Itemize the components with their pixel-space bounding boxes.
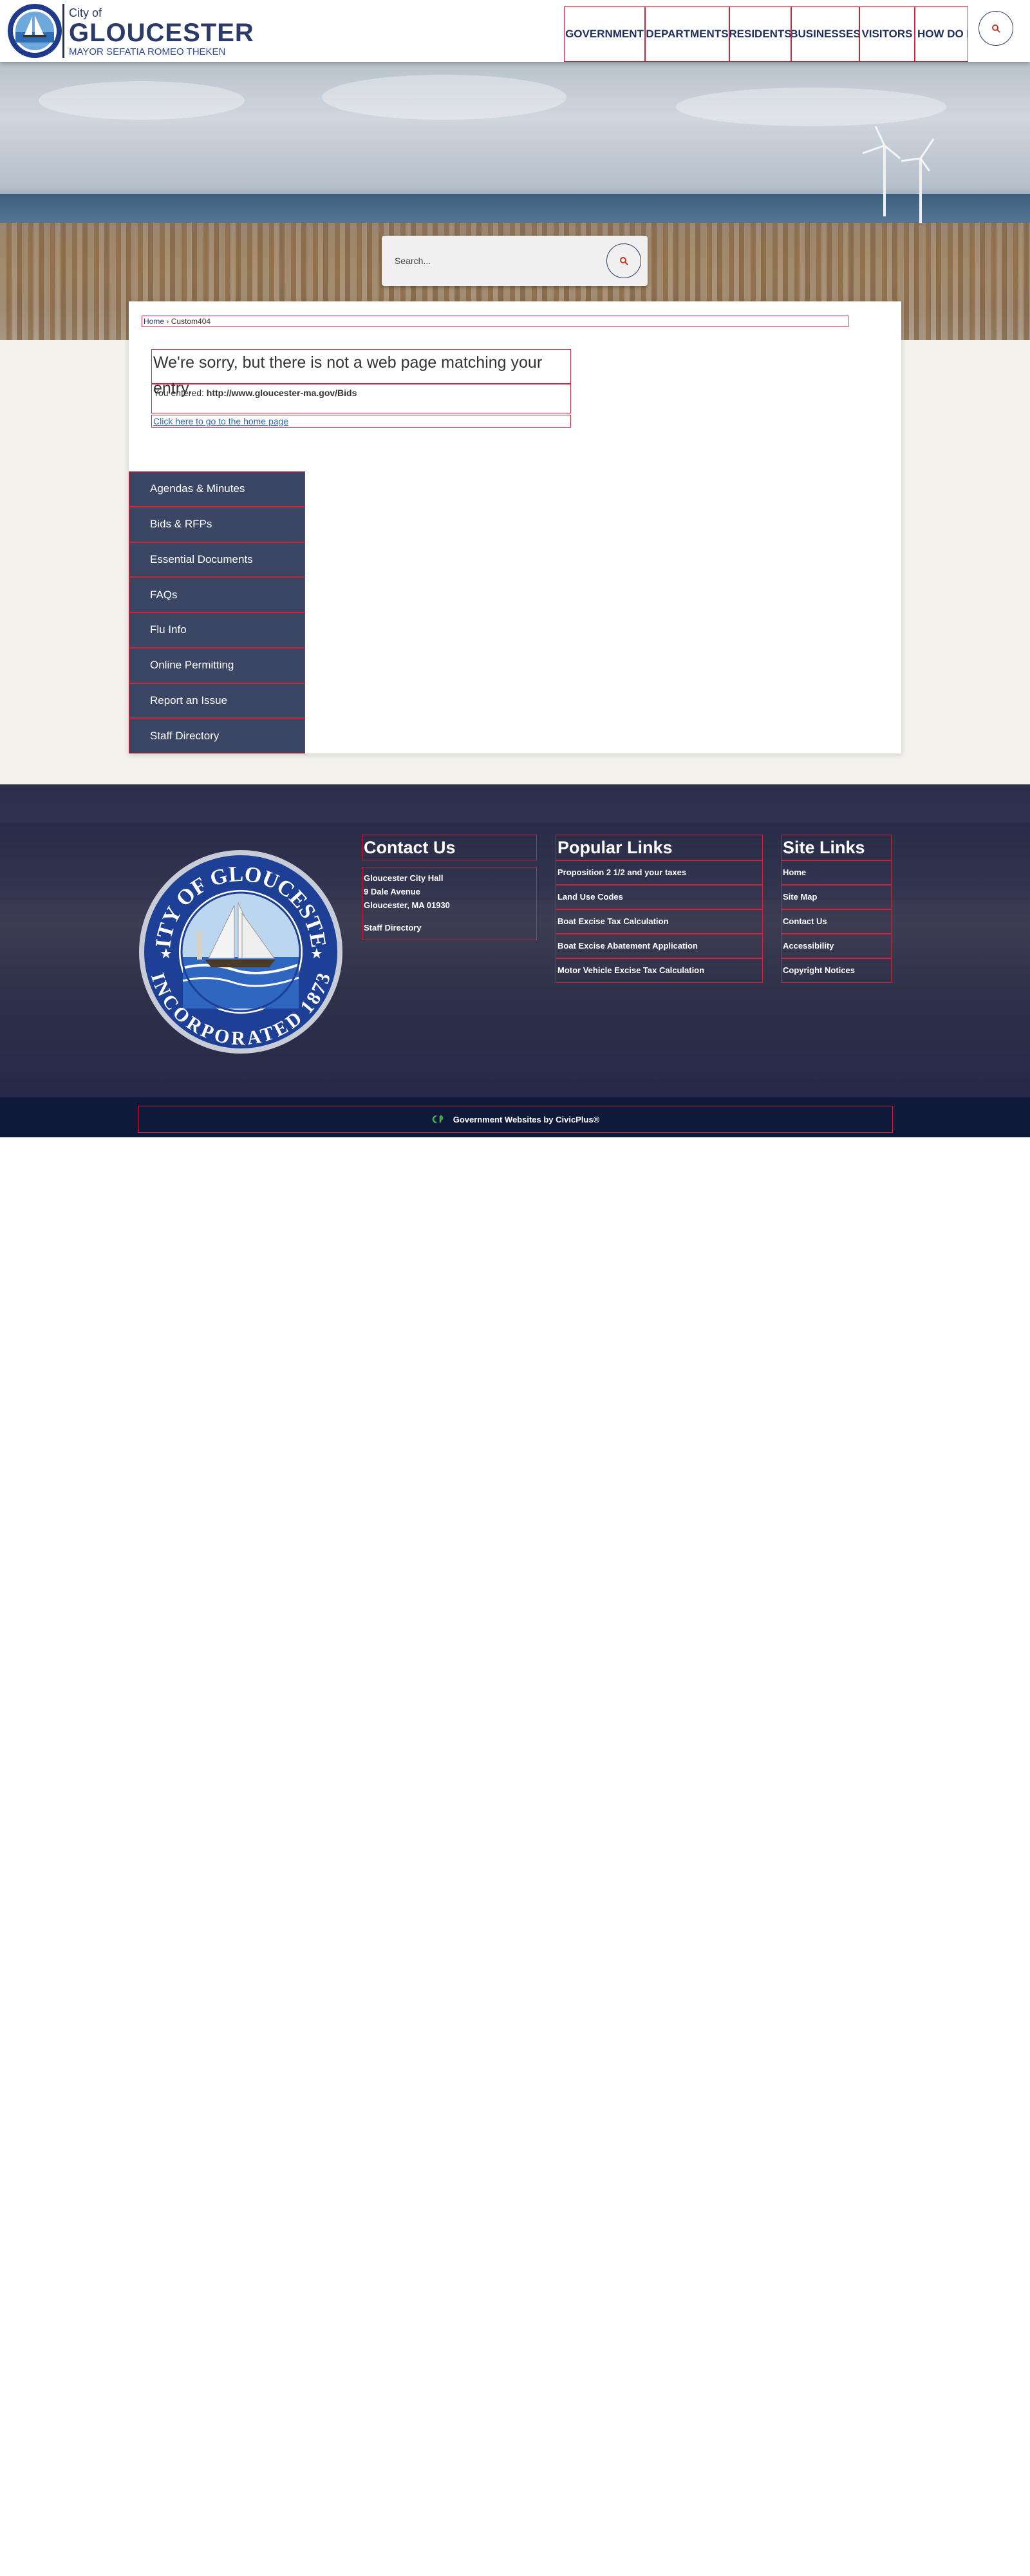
main-nav: GOVERNMENT DEPARTMENTS RESIDENTS BUSINES… [564,6,968,62]
search-icon [620,257,628,265]
civicplus-logo-icon [432,1115,443,1124]
cloud [676,88,946,126]
entered-url: http://www.gloucester-ma.gov/Bids [206,388,357,398]
breadcrumb-current: Custom404 [171,317,211,326]
footer-site-link[interactable]: Site Map [781,885,892,909]
sidebar-item-agendas-minutes[interactable]: Agendas & Minutes [129,471,305,507]
footer-popular-links: Popular Links Proposition 2 1/2 and your… [556,835,763,983]
entered-label: You entered: [153,388,207,398]
nav-how-do-i[interactable]: HOW DO I [915,6,968,62]
seal-star-icon: ★ [160,945,173,961]
address-line: Gloucester, MA 01930 [364,900,450,910]
cloud [322,75,566,120]
footer-popular-link[interactable]: Proposition 2 1/2 and your taxes [556,860,763,885]
sidebar-item-staff-directory[interactable]: Staff Directory [129,718,305,753]
footer-site-link[interactable]: Home [781,860,892,885]
footer-site-link[interactable]: Contact Us [781,909,892,934]
footer-popular-link[interactable]: Boat Excise Tax Calculation [556,909,763,934]
content-card: Home › Custom404 We're sorry, but there … [129,301,901,753]
page-title: We're sorry, but there is not a web page… [151,349,571,397]
header-search-button[interactable] [979,11,1013,46]
brand-city-of: City of [69,6,102,19]
footer-site-links: Site Links Home Site Map Contact Us Acce… [781,835,892,983]
sidebar-item-flu-info[interactable]: Flu Info [129,612,305,648]
nav-residents[interactable]: RESIDENTS [729,6,791,62]
city-seal-logo[interactable] [6,3,63,59]
footer-popular-link[interactable]: Boat Excise Abatement Application [556,934,763,958]
footer-staff-directory-link[interactable]: Staff Directory [362,918,537,940]
civicplus-text: Government Websites by CivicPlus® [453,1114,600,1124]
breadcrumb-home[interactable]: Home [144,317,164,326]
site-header: City of GLOUCESTER MAYOR SEFATIA ROMEO T… [0,0,1030,62]
entered-url-message: You entered: http://www.gloucester-ma.go… [151,384,571,413]
footer-contact-title: Contact Us [362,835,537,860]
nav-departments[interactable]: DEPARTMENTS [645,6,729,62]
sidebar-item-report-issue[interactable]: Report an Issue [129,683,305,719]
sidebar-item-faqs[interactable]: FAQs [129,577,305,612]
wind-turbine-blades [863,126,935,171]
footer-contact: Contact Us Gloucester City Hall 9 Dale A… [362,835,537,940]
address-line: 9 Dale Avenue [364,887,420,896]
footer-site-title: Site Links [781,835,892,860]
civicplus-link[interactable]: Government Websites by CivicPlus® [138,1106,893,1133]
breadcrumb-separator: › [164,317,171,326]
sidebar-item-bids-rfps[interactable]: Bids & RFPs [129,506,305,542]
sidebar-item-essential-documents[interactable]: Essential Documents [129,542,305,578]
home-page-link[interactable]: Click here to go to the home page [151,415,571,428]
footer-address: Gloucester City Hall 9 Dale Avenue Glouc… [362,867,537,918]
footer-site-link[interactable]: Copyright Notices [781,958,892,983]
brand-mayor: MAYOR SEFATIA ROMEO THEKEN [69,46,226,57]
nav-visitors[interactable]: VISITORS [859,6,915,62]
breadcrumb: Home › Custom404 [142,316,848,327]
civicplus-bar: Government Websites by CivicPlus® [0,1097,1030,1137]
sidebar-nav: Agendas & Minutes Bids & RFPs Essential … [129,471,305,753]
logo-divider [62,4,64,58]
seal-star-icon: ★ [310,945,323,961]
site-search [382,236,648,286]
footer-popular-title: Popular Links [556,835,763,860]
address-line: Gloucester City Hall [364,873,444,883]
search-input[interactable] [395,251,588,270]
hero-banner [0,62,1030,340]
sidebar-item-online-permitting[interactable]: Online Permitting [129,647,305,683]
footer-site-link[interactable]: Accessibility [781,934,892,958]
cloud [39,81,245,120]
footer-popular-link[interactable]: Land Use Codes [556,885,763,909]
nav-businesses[interactable]: BUSINESSES [791,6,859,62]
brand-city-name: GLOUCESTER [69,19,254,47]
footer-popular-link[interactable]: Motor Vehicle Excise Tax Calculation [556,958,763,983]
brand[interactable]: City of GLOUCESTER MAYOR SEFATIA ROMEO T… [69,6,254,58]
site-footer: CITY OF GLOUCESTER INCORPORATED 1873 ★ ★… [0,784,1030,1097]
search-submit-button[interactable] [606,243,641,278]
city-seal: CITY OF GLOUCESTER INCORPORATED 1873 ★ ★ [138,849,342,1054]
search-icon [992,24,1000,33]
nav-government[interactable]: GOVERNMENT [564,6,645,62]
